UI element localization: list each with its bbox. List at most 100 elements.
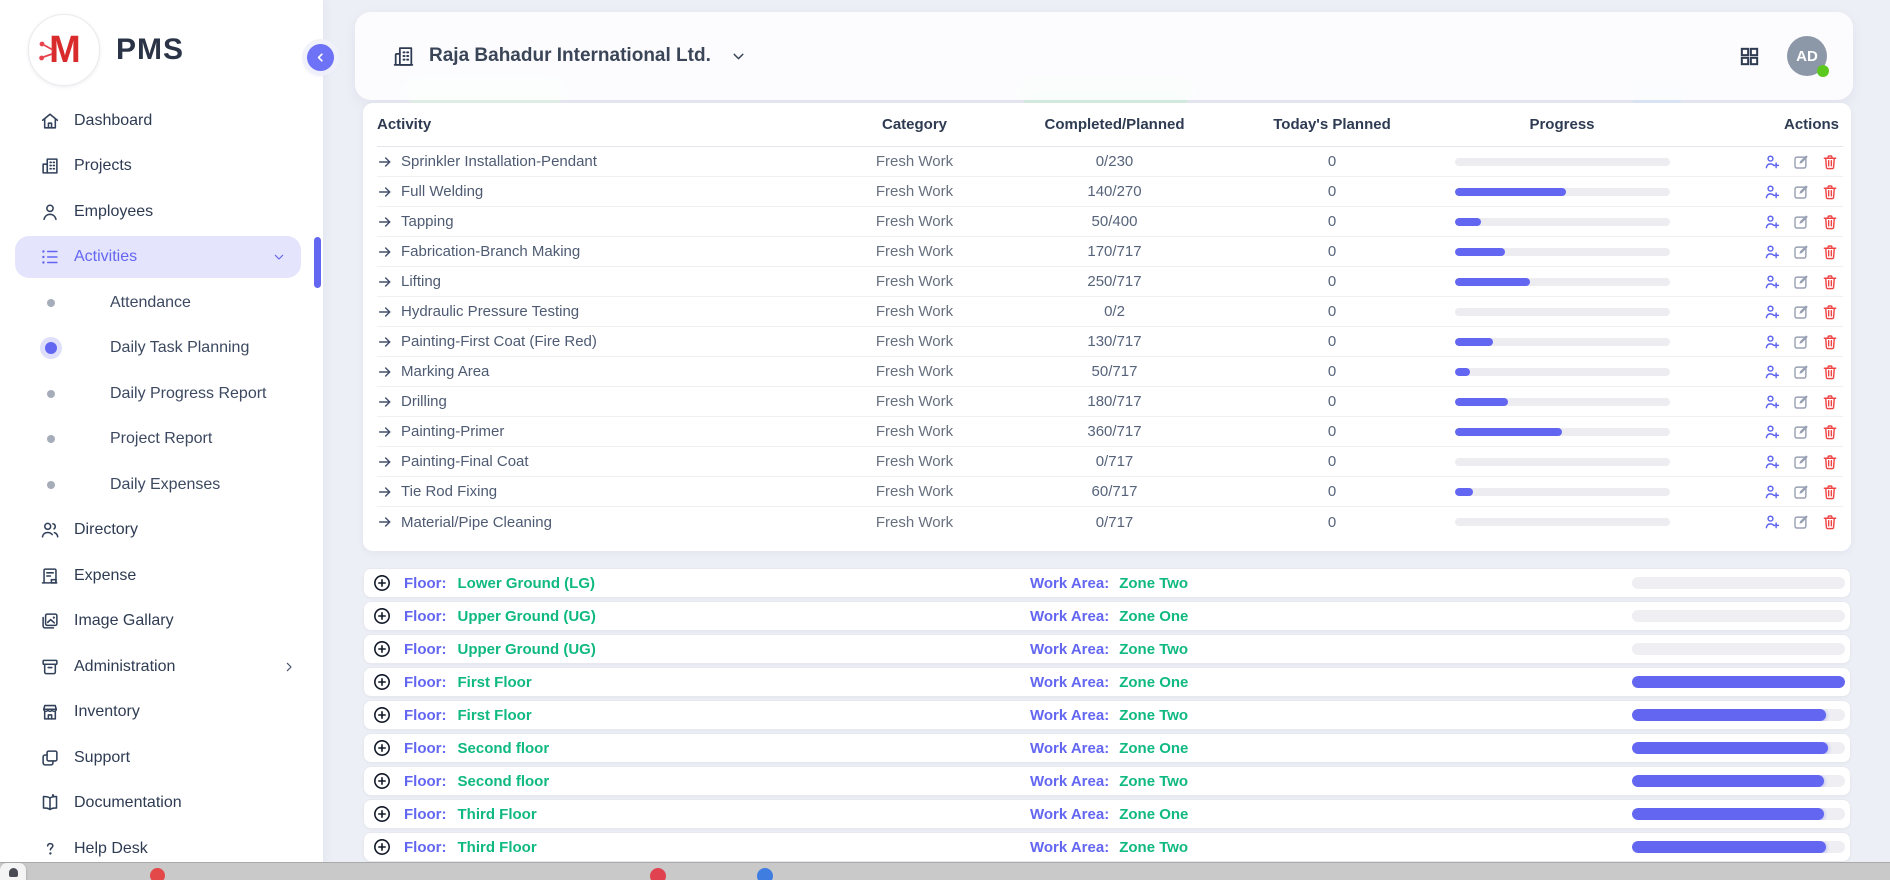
expand-floor-button[interactable] <box>372 771 392 791</box>
sidebar-item-dashboard[interactable]: Dashboard <box>0 98 323 144</box>
sidebar-item-projects[interactable]: Projects <box>0 144 323 190</box>
expand-floor-button[interactable] <box>372 573 392 593</box>
delete-button[interactable] <box>1821 273 1839 291</box>
sidebar-item-employees[interactable]: Employees <box>0 189 323 235</box>
delete-button[interactable] <box>1821 213 1839 231</box>
floor-name: First Floor <box>458 674 532 691</box>
expand-floor-button[interactable] <box>372 606 392 626</box>
activity-category: Fresh Work <box>827 423 1002 440</box>
delete-button[interactable] <box>1821 303 1839 321</box>
sidebar-item-inventory[interactable]: Inventory <box>0 690 323 736</box>
assign-user-button[interactable] <box>1763 393 1781 411</box>
edit-button[interactable] <box>1792 243 1810 261</box>
completed-planned-value: 50/717 <box>1002 363 1227 380</box>
sidebar-subitem-project-report[interactable]: Project Report <box>0 417 323 463</box>
assign-user-button[interactable] <box>1763 243 1781 261</box>
expand-floor-button[interactable] <box>372 738 392 758</box>
assign-user-button[interactable] <box>1763 363 1781 381</box>
edit-button[interactable] <box>1792 303 1810 321</box>
assign-user-button[interactable] <box>1763 423 1781 441</box>
assign-user-button[interactable] <box>1763 483 1781 501</box>
floor-label: Floor: <box>404 707 447 724</box>
edit-button[interactable] <box>1792 393 1810 411</box>
sidebar-subitem-daily-task-planning[interactable]: Daily Task Planning <box>0 326 323 372</box>
activity-row: Lifting Fresh Work 250/717 0 <box>377 267 1843 297</box>
floor-list: Floor: Lower Ground (LG) Work Area: Zone… <box>363 568 1851 865</box>
sidebar-item-image-gallary[interactable]: Image Gallary <box>0 599 323 645</box>
sidebar-item-directory[interactable]: Directory <box>0 508 323 554</box>
edit-button[interactable] <box>1792 423 1810 441</box>
person-plus-icon <box>1763 153 1781 171</box>
layers-icon <box>38 746 62 770</box>
user-avatar[interactable]: AD <box>1787 36 1827 76</box>
edit-button[interactable] <box>1792 363 1810 381</box>
sidebar-subitem-attendance[interactable]: Attendance <box>0 280 323 326</box>
edit-button[interactable] <box>1792 453 1810 471</box>
sidebar-item-administration[interactable]: Administration <box>0 644 323 690</box>
sidebar-subitem-daily-progress-report[interactable]: Daily Progress Report <box>0 371 323 417</box>
edit-button[interactable] <box>1792 513 1810 531</box>
sidebar-item-expense[interactable]: Expense <box>0 553 323 599</box>
arrow-right-icon <box>377 424 393 440</box>
arrow-right-icon <box>377 244 393 260</box>
completed-planned-value: 180/717 <box>1002 393 1227 410</box>
delete-button[interactable] <box>1821 393 1839 411</box>
sidebar-item-activities[interactable]: Activities <box>15 236 301 278</box>
expand-floor-button[interactable] <box>372 639 392 659</box>
floor-label: Floor: <box>404 773 447 790</box>
sidebar-item-documentation[interactable]: Documentation <box>0 781 323 827</box>
assign-user-button[interactable] <box>1763 303 1781 321</box>
edit-button[interactable] <box>1792 333 1810 351</box>
assign-user-button[interactable] <box>1763 453 1781 471</box>
taskbar-icon[interactable] <box>650 868 666 880</box>
trash-icon <box>1821 243 1839 261</box>
taskbar-icon[interactable] <box>150 868 165 880</box>
edit-button[interactable] <box>1792 483 1810 501</box>
delete-button[interactable] <box>1821 423 1839 441</box>
delete-button[interactable] <box>1821 513 1839 531</box>
taskbar-app-icon[interactable] <box>0 863 26 880</box>
delete-button[interactable] <box>1821 183 1839 201</box>
edit-button[interactable] <box>1792 273 1810 291</box>
header-actions: AD <box>1738 36 1827 76</box>
delete-button[interactable] <box>1821 483 1839 501</box>
todays-planned-value: 0 <box>1227 243 1437 260</box>
expand-floor-button[interactable] <box>372 804 392 824</box>
taskbar-icon[interactable] <box>757 868 773 880</box>
delete-button[interactable] <box>1821 243 1839 261</box>
delete-button[interactable] <box>1821 333 1839 351</box>
progress-bar <box>1455 188 1670 196</box>
home-icon <box>38 109 62 133</box>
floor-name: Lower Ground (LG) <box>458 575 595 592</box>
assign-user-button[interactable] <box>1763 183 1781 201</box>
apps-grid-button[interactable] <box>1738 45 1761 68</box>
person-plus-icon <box>1763 273 1781 291</box>
sidebar-subitem-daily-expenses[interactable]: Daily Expenses <box>0 462 323 508</box>
sidebar-item-support[interactable]: Support <box>0 735 323 781</box>
floor-progress-fill <box>1632 841 1826 853</box>
expand-floor-button[interactable] <box>372 837 392 857</box>
floor-name: Second floor <box>458 773 550 790</box>
delete-button[interactable] <box>1821 153 1839 171</box>
assign-user-button[interactable] <box>1763 513 1781 531</box>
expand-floor-button[interactable] <box>372 672 392 692</box>
grid-icon <box>1738 45 1761 68</box>
edit-button[interactable] <box>1792 213 1810 231</box>
sidebar-collapse-button[interactable] <box>307 44 334 71</box>
work-area-label: Work Area: <box>1030 740 1109 757</box>
assign-user-button[interactable] <box>1763 213 1781 231</box>
company-selector[interactable]: Raja Bahadur International Ltd. <box>391 44 747 69</box>
work-area-name: Zone Two <box>1119 707 1188 724</box>
expand-floor-button[interactable] <box>372 705 392 725</box>
assign-user-button[interactable] <box>1763 333 1781 351</box>
edit-button[interactable] <box>1792 183 1810 201</box>
os-taskbar[interactable] <box>0 862 1890 880</box>
activity-name: Painting-First Coat (Fire Red) <box>401 333 597 350</box>
assign-user-button[interactable] <box>1763 273 1781 291</box>
delete-button[interactable] <box>1821 453 1839 471</box>
progress-bar <box>1455 308 1670 316</box>
work-area-name: Zone One <box>1119 806 1188 823</box>
edit-button[interactable] <box>1792 153 1810 171</box>
delete-button[interactable] <box>1821 363 1839 381</box>
assign-user-button[interactable] <box>1763 153 1781 171</box>
